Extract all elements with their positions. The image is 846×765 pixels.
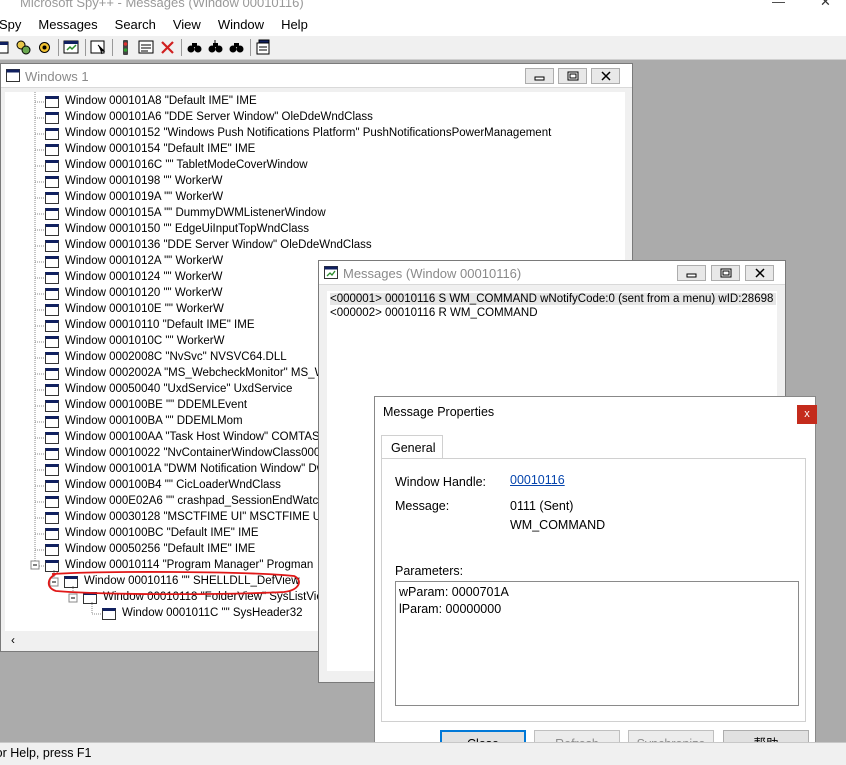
- message-properties-dialog: Message Properties x General Window Hand…: [374, 396, 817, 765]
- toolbar-separator: [112, 39, 113, 56]
- menu-view[interactable]: View: [172, 17, 202, 32]
- clear-log-icon[interactable]: [159, 39, 176, 56]
- messages-icon: [324, 266, 338, 279]
- find-next-icon[interactable]: [207, 39, 224, 56]
- dialog-title: Message Properties: [383, 405, 495, 419]
- window-handle-label: Window Handle:: [395, 475, 487, 489]
- menu-help[interactable]: Help: [280, 17, 309, 32]
- toolbar-separator: [58, 39, 59, 56]
- minimize-button[interactable]: [677, 265, 706, 281]
- tree-item-label: Window 0001011C "" SysHeader32: [122, 607, 303, 619]
- close-icon: [601, 71, 611, 81]
- window-handle-link[interactable]: 00010116: [510, 473, 565, 487]
- threads-icon[interactable]: [36, 39, 53, 56]
- start-logging-icon[interactable]: [117, 39, 134, 56]
- log-messages-icon[interactable]: [63, 39, 80, 56]
- toolbar-separator: [85, 39, 86, 56]
- find-previous-icon[interactable]: [228, 39, 245, 56]
- restore-icon: [567, 71, 579, 81]
- restore-button[interactable]: [711, 265, 740, 281]
- tab-general[interactable]: General: [381, 435, 443, 459]
- menu-spy[interactable]: Spy: [0, 17, 22, 32]
- status-text: For Help, press F1: [0, 746, 92, 760]
- app-titlebar: Microsoft Spy++ - Messages (Window 00010…: [0, 0, 846, 12]
- close-icon: [755, 268, 765, 278]
- toolbar: [0, 36, 846, 60]
- message-line[interactable]: <000002> 00010116 R WM_COMMAND: [330, 307, 538, 319]
- menu-bar: Spy Messages Search View Window Help: [0, 12, 846, 36]
- tree-item-label: Window 00010118 "FolderView" SysListView: [103, 591, 332, 603]
- lparam-value: lParam: 00000000: [399, 602, 502, 616]
- message-label: Message:: [395, 499, 450, 513]
- messages-titlebar[interactable]: Messages (Window 00010116): [319, 261, 785, 285]
- tree-item-label: Window 00010152 "Windows Push Notificati…: [65, 127, 552, 139]
- window-icon: [6, 69, 20, 82]
- wparam-value: wParam: 0000701A: [399, 585, 509, 599]
- scroll-left-icon[interactable]: ‹: [11, 633, 15, 647]
- minimize-icon: [534, 76, 545, 81]
- close-button[interactable]: [745, 265, 774, 281]
- toolbar-separator: [181, 39, 182, 56]
- tree-connector-lines: [30, 92, 102, 615]
- restore-icon: [720, 268, 732, 278]
- message-name: WM_COMMAND: [510, 518, 606, 532]
- window-tree-icon[interactable]: [0, 39, 11, 56]
- close-icon[interactable]: ✕: [820, 0, 831, 10]
- processes-icon[interactable]: [15, 39, 32, 56]
- menu-search[interactable]: Search: [114, 17, 157, 32]
- restore-button[interactable]: [558, 68, 587, 84]
- status-bar: For Help, press F1: [0, 742, 846, 765]
- dialog-close-button[interactable]: x: [797, 405, 817, 424]
- minimize-button[interactable]: [525, 68, 554, 84]
- message-options-icon[interactable]: [138, 39, 155, 56]
- windows-tree-titlebar[interactable]: Windows 1: [1, 64, 632, 88]
- message-line[interactable]: <000001> 00010116 S WM_COMMAND wNotifyCo…: [330, 293, 776, 305]
- messages-title: Messages (Window 00010116): [343, 266, 522, 281]
- close-button[interactable]: [591, 68, 620, 84]
- find-window-icon[interactable]: [90, 39, 107, 56]
- menu-messages[interactable]: Messages: [37, 17, 98, 32]
- properties-icon[interactable]: [255, 39, 272, 56]
- parameters-label: Parameters:: [395, 564, 464, 578]
- app-title: Microsoft Spy++ - Messages (Window 00010…: [20, 0, 304, 10]
- windows-tree-title: Windows 1: [25, 69, 89, 84]
- minimize-icon[interactable]: —: [772, 0, 785, 9]
- toolbar-separator: [250, 39, 251, 56]
- menu-window[interactable]: Window: [217, 17, 265, 32]
- minimize-icon: [686, 273, 697, 278]
- message-value: 0111 (Sent): [510, 499, 574, 513]
- parameters-box[interactable]: wParam: 0000701A lParam: 00000000: [395, 581, 799, 706]
- find-icon[interactable]: [186, 39, 203, 56]
